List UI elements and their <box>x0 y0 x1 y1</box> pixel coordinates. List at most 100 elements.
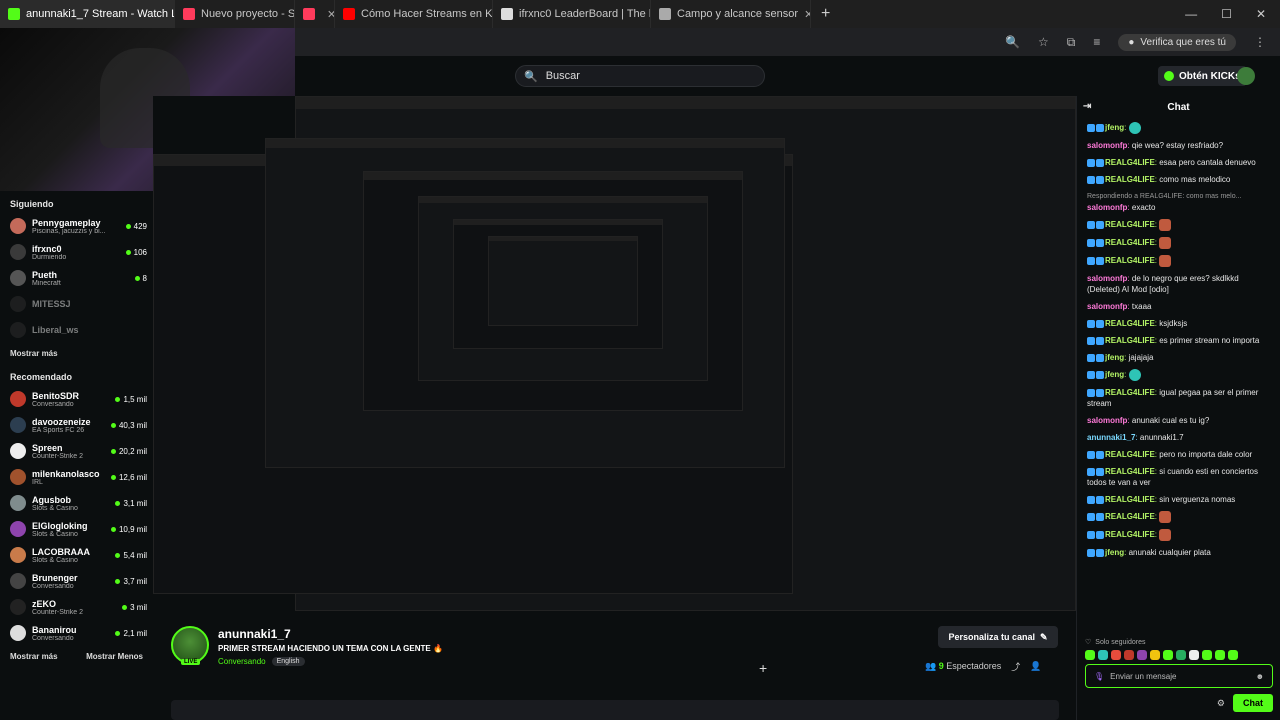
chat-username[interactable]: REALG4LIFE <box>1105 220 1155 229</box>
settings-icon[interactable]: ⚙ <box>1217 698 1225 709</box>
sidebar-channel-item[interactable]: Pennygameplay Piscinas, jacuzzis y bi... 4… <box>0 213 153 239</box>
close-tab-icon[interactable]: ✕ <box>804 8 810 21</box>
show-more-link[interactable]: Mostrar más <box>10 652 58 661</box>
get-kicks-button[interactable]: Obtén KICKs <box>1158 66 1247 86</box>
browser-tab[interactable]: anunnaki1_7 Stream - Watch L✕ <box>0 0 175 28</box>
sidebar-channel-item[interactable]: Bananirou Conversando 2,1 mil <box>0 620 153 646</box>
emote-icon[interactable] <box>1150 650 1160 660</box>
chat-username[interactable]: jfeng <box>1105 370 1124 379</box>
browser-tab[interactable]: Cómo Hacer Streams en Kick (✕ <box>335 0 493 28</box>
chat-username[interactable]: REALG4LIFE <box>1105 319 1155 328</box>
chat-message: Respondiendo a REALG4LIFE: como mas melo… <box>1087 191 1270 213</box>
emote-icon[interactable] <box>1098 650 1108 660</box>
sidebar-channel-item[interactable]: Pueth Minecraft 8 <box>0 265 153 291</box>
chat-username[interactable]: REALG4LIFE <box>1105 495 1155 504</box>
emoji-icon[interactable]: ☻ <box>1256 672 1264 681</box>
sidebar-channel-item[interactable]: MITESSJ <box>0 291 153 317</box>
show-less-link[interactable]: Mostrar Menos <box>86 652 143 661</box>
media-icon[interactable]: ≡ <box>1093 35 1100 49</box>
chat-title: Chat <box>1167 101 1190 113</box>
chat-username[interactable]: jfeng <box>1105 548 1124 557</box>
nested-tab-bar <box>266 139 784 148</box>
chat-username[interactable]: salomonfp <box>1087 141 1127 150</box>
chat-username[interactable]: REALG4LIFE <box>1105 238 1155 247</box>
sidebar-channel-item[interactable]: Agusbob Slots & Casino 3,1 mil <box>0 490 153 516</box>
chat-input[interactable]: 🎙 Enviar un mensaje ☻ <box>1085 664 1273 688</box>
chat-username[interactable]: anunnaki1_7 <box>1087 433 1135 442</box>
emote-icon[interactable] <box>1085 650 1095 660</box>
browser-tab[interactable]: ✕ <box>295 0 335 28</box>
add-user-icon[interactable]: 👤 <box>1030 661 1041 672</box>
sidebar-channel-item[interactable]: BenitoSDR Conversando 1,5 mil <box>0 386 153 412</box>
chat-text: txaaa <box>1131 302 1152 311</box>
stream-player[interactable] <box>153 96 1076 616</box>
search-input[interactable]: 🔍 Buscar <box>515 65 765 87</box>
chat-message: jfeng: <box>1087 369 1270 381</box>
close-window-icon[interactable]: ✕ <box>1256 7 1266 21</box>
chat-message: REALG4LIFE: ksjdksjs <box>1087 318 1270 329</box>
bookmark-star-icon[interactable]: ☆ <box>1038 35 1049 49</box>
nested-tab-bar <box>296 97 1075 109</box>
chat-username[interactable]: salomonfp <box>1087 416 1127 425</box>
new-tab-icon[interactable]: + <box>811 5 840 23</box>
chat-username[interactable]: salomonfp <box>1087 302 1127 311</box>
chat-username[interactable]: salomonfp <box>1087 203 1127 212</box>
chat-username[interactable]: REALG4LIFE <box>1105 336 1155 345</box>
chat-username[interactable]: REALG4LIFE <box>1105 388 1155 397</box>
browser-tab[interactable]: Campo y alcance sensor ✕ <box>651 0 811 28</box>
collapse-chat-icon[interactable]: ⇥ <box>1083 101 1091 112</box>
sidebar-channel-item[interactable]: LACOBRAAA Slots & Casino 5,4 mil <box>0 542 153 568</box>
emote-icon[interactable] <box>1215 650 1225 660</box>
chat-badge-icon <box>1087 450 1095 459</box>
emote-icon[interactable] <box>1137 650 1147 660</box>
browser-tab[interactable]: ifrxnc0 LeaderBoard | The best✕ <box>493 0 651 28</box>
user-avatar[interactable] <box>1237 67 1255 85</box>
close-tab-icon[interactable]: ✕ <box>327 8 334 21</box>
sidebar-channel-item[interactable]: davoozeneize EA Sports FC 26 40,3 mil <box>0 412 153 438</box>
customize-channel-button[interactable]: Personaliza tu canal ✎ <box>938 626 1058 648</box>
chat-username[interactable]: REALG4LIFE <box>1105 530 1155 539</box>
sidebar-channel-item[interactable]: zEKO Counter-Strike 2 3 mil <box>0 594 153 620</box>
chat-badge-icon <box>1087 388 1095 397</box>
chat-badge-icon <box>1087 495 1095 504</box>
zoom-icon[interactable]: 🔍 <box>1005 35 1020 49</box>
nested-tab-bar <box>419 197 707 203</box>
sidebar-channel-item[interactable]: ElGlogloking Slots & Casino 10,9 mil <box>0 516 153 542</box>
sidebar-channel-item[interactable]: ifrxnc0 Durmiendo 106 <box>0 239 153 265</box>
send-chat-button[interactable]: Chat <box>1233 694 1273 712</box>
chat-username[interactable]: jfeng <box>1105 353 1124 362</box>
stream-category[interactable]: Conversando <box>218 657 266 666</box>
language-tag[interactable]: English <box>271 657 305 666</box>
share-icon[interactable]: ⤴ <box>1011 660 1020 673</box>
sidebar-channel-item[interactable]: Brunenger Conversando 3,7 mil <box>0 568 153 594</box>
profile-verify-button[interactable]: ● Verifica que eres tú <box>1118 33 1236 51</box>
sidebar-channel-item[interactable]: milenkanolasco IRL 12,6 mil <box>0 464 153 490</box>
microphone-icon[interactable]: 🎙 <box>1094 672 1104 681</box>
viewer-count: 12,6 mil <box>118 472 147 482</box>
minimize-icon[interactable]: — <box>1185 7 1197 21</box>
emote-icon[interactable] <box>1163 650 1173 660</box>
chat-username[interactable]: REALG4LIFE <box>1105 467 1155 476</box>
chat-username[interactable]: REALG4LIFE <box>1105 175 1155 184</box>
maximize-icon[interactable]: ☐ <box>1221 7 1232 21</box>
emote-icon[interactable] <box>1189 650 1199 660</box>
emote-icon[interactable] <box>1111 650 1121 660</box>
channel-name[interactable]: anunnaki1_7 <box>218 627 291 641</box>
sidebar-channel-item[interactable]: Liberal_ws <box>0 317 153 343</box>
extensions-icon[interactable]: ⧉ <box>1067 35 1076 50</box>
emote-icon[interactable] <box>1228 650 1238 660</box>
chat-username[interactable]: salomonfp <box>1087 274 1127 283</box>
sidebar-channel-item[interactable]: Spreen Counter-Strike 2 20,2 mil <box>0 438 153 464</box>
emote-icon[interactable] <box>1124 650 1134 660</box>
browser-tab[interactable]: Nuevo proyecto - Studio✕ <box>175 0 295 28</box>
chat-username[interactable]: REALG4LIFE <box>1105 158 1155 167</box>
chat-username[interactable]: jfeng <box>1105 123 1124 132</box>
show-more-following-link[interactable]: Mostrar más <box>10 349 58 358</box>
emote-icon[interactable] <box>1202 650 1212 660</box>
chat-username[interactable]: REALG4LIFE <box>1105 512 1155 521</box>
browser-menu-icon[interactable]: ⋮ <box>1254 35 1266 49</box>
emote-icon[interactable] <box>1176 650 1186 660</box>
chat-message: REALG4LIFE: pero no importa dale color <box>1087 449 1270 460</box>
chat-username[interactable]: REALG4LIFE <box>1105 256 1155 265</box>
chat-username[interactable]: REALG4LIFE <box>1105 450 1155 459</box>
